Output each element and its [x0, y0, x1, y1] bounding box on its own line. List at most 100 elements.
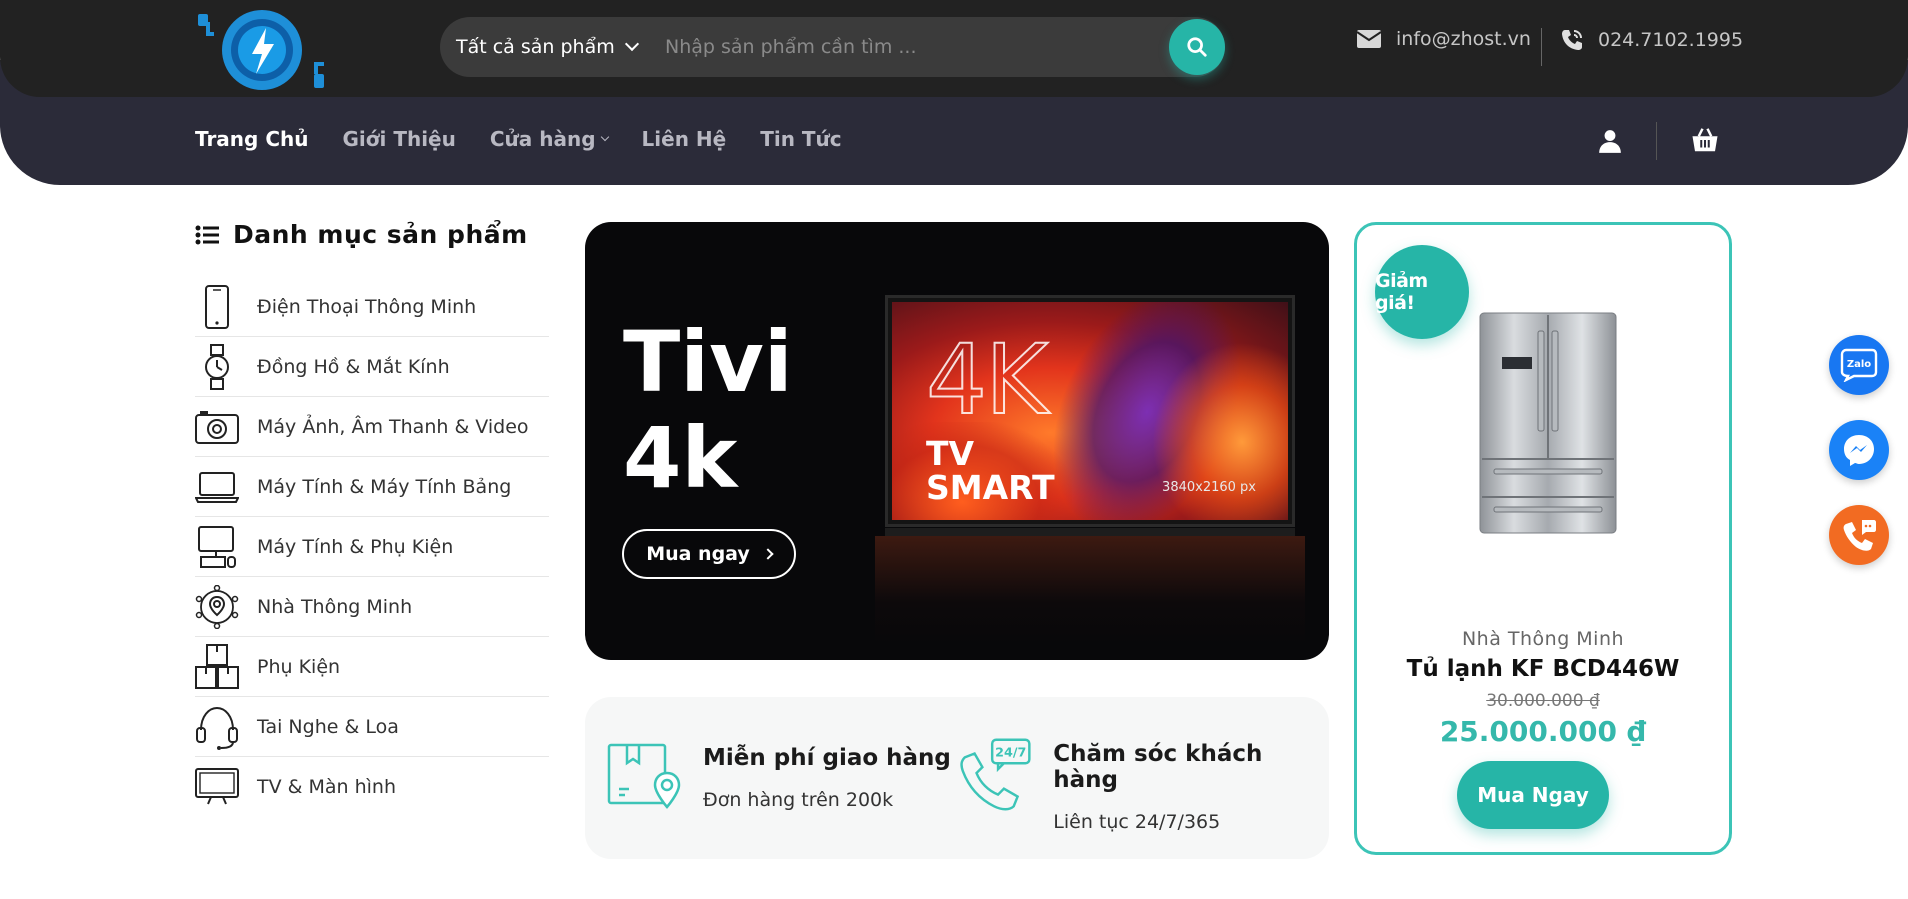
free-shipping-info: Miễn phí giao hàng Đơn hàng trên 200k [607, 739, 951, 811]
tv-smart-label: TV SMART [926, 437, 1055, 505]
phone-call-icon [1843, 520, 1876, 551]
nav-item-shop[interactable]: Cửa hàng [489, 127, 609, 151]
category-label: Máy Tính & Phụ Kiện [257, 535, 454, 558]
tv-stand [885, 528, 1295, 536]
product-new-price: 25.000.000 ₫ [1439, 715, 1647, 748]
category-label: Máy Tính & Máy Tính Bảng [257, 475, 512, 498]
shipping-title: Miễn phí giao hàng [703, 745, 951, 771]
category-heading: Danh mục sản phẩm [195, 220, 528, 249]
category-item-laptop[interactable]: Máy Tính & Máy Tính Bảng [195, 457, 549, 517]
tv-screen: 4K TV SMART 3840x2160 px [892, 302, 1288, 520]
shipping-subtitle: Đơn hàng trên 200k [703, 789, 894, 811]
chevron-right-icon [762, 548, 774, 560]
nav-label: Trang Chủ [195, 127, 309, 151]
category-label: TV & Màn hình [257, 776, 397, 798]
sale-badge: Giảm giá! [1375, 245, 1469, 339]
tv-reflection [875, 536, 1305, 646]
category-item-desktop[interactable]: Máy Tính & Phụ Kiện [195, 517, 549, 577]
watch-icon [195, 343, 239, 390]
customer-care-info: 24/7 Chăm sóc khách hàng Liên tục 24/7/3… [955, 735, 1329, 833]
camera-icon [195, 404, 239, 450]
service-info-box: Miễn phí giao hàng Đơn hàng trên 200k 24… [585, 697, 1329, 859]
tv-icon [195, 764, 239, 810]
banner-title-line: Tivi [623, 313, 793, 411]
banner-title-line: 4k [623, 409, 738, 507]
tv-image: 4K TV SMART 3840x2160 px [885, 295, 1295, 527]
hero-banner[interactable]: Tivi 4k Mua ngay 4K TV SMART 3840x2160 p… [585, 222, 1329, 660]
featured-product-card[interactable]: Giảm giá! Nhà Thông Minh Tủ lạnh KF BCD4… [1354, 222, 1732, 855]
category-list: Điện Thoại Thông Minh Đồng Hồ & Mắt Kính… [195, 277, 549, 817]
category-item-accessories[interactable]: Phụ Kiện [195, 637, 549, 697]
nav-label: Tin Tức [760, 127, 842, 151]
contact-divider [1541, 28, 1542, 66]
site-logo[interactable] [196, 4, 328, 96]
tv-smart-line: SMART [926, 468, 1055, 507]
category-label: Tai Nghe & Loa [257, 715, 399, 738]
shopping-basket-icon[interactable] [1690, 125, 1720, 159]
call-button[interactable] [1829, 505, 1889, 565]
product-old-price: 30.000.000 ₫ [1486, 691, 1600, 711]
banner-title: Tivi 4k [623, 314, 793, 506]
nav-item-about[interactable]: Giới Thiệu [342, 127, 455, 151]
header-phone[interactable]: 024.7102.1995 [1560, 28, 1743, 52]
tv-4k-label: 4K [925, 323, 1049, 437]
search-input[interactable] [655, 17, 1169, 77]
buy-now-button[interactable]: Mua Ngay [1457, 761, 1609, 829]
category-item-headset[interactable]: Tai Nghe & Loa [195, 697, 549, 757]
support-phone-icon: 24/7 [960, 738, 1031, 811]
chevron-down-icon [624, 36, 639, 52]
category-item-smartphone[interactable]: Điện Thoại Thông Minh [195, 277, 549, 337]
category-label: Điện Thoại Thông Minh [257, 295, 477, 318]
nav-label: Giới Thiệu [342, 127, 456, 151]
nav-item-news[interactable]: Tin Tức [760, 127, 841, 151]
zalo-icon: Zalo [1840, 348, 1878, 382]
messenger-icon [1844, 435, 1874, 466]
category-item-watch[interactable]: Đồng Hồ & Mắt Kính [195, 337, 549, 397]
boxes-icon [195, 643, 239, 690]
category-label: Đồng Hồ & Mắt Kính [257, 355, 450, 378]
main-nav: Trang Chủ Giới Thiệu Cửa hàng Liên Hệ Ti… [195, 127, 876, 151]
product-name[interactable]: Tủ lạnh KF BCD446W [1357, 656, 1729, 682]
category-item-tv[interactable]: TV & Màn hình [195, 757, 549, 817]
envelope-icon [1356, 30, 1382, 48]
support-badge: 24/7 [995, 744, 1026, 759]
category-item-camera[interactable]: Máy Ảnh, Âm Thanh & Video [195, 397, 549, 457]
product-category[interactable]: Nhà Thông Minh [1357, 628, 1729, 650]
headset-icon [195, 704, 239, 750]
search-bar: Tất cả sản phẩm [440, 17, 1225, 77]
tv-smart-line: TV [926, 434, 975, 473]
banner-buy-button[interactable]: Mua ngay [622, 529, 796, 579]
zalo-chat-button[interactable]: Zalo [1829, 335, 1889, 395]
category-item-smart-home[interactable]: Nhà Thông Minh [195, 577, 549, 637]
laptop-icon [195, 464, 239, 510]
category-title: Danh mục sản phẩm [233, 220, 528, 249]
desktop-icon [195, 524, 239, 570]
nav-label: Cửa hàng [489, 127, 596, 151]
product-image[interactable] [1474, 311, 1622, 537]
tv-resolution: 3840x2160 px [1162, 480, 1256, 495]
category-label: Máy Ảnh, Âm Thanh & Video [257, 415, 529, 438]
chevron-down-icon [600, 132, 609, 142]
delivery-box-icon [607, 743, 681, 809]
smartphone-icon [195, 284, 239, 330]
nav-item-contact[interactable]: Liên Hệ [642, 127, 727, 151]
search-button[interactable] [1169, 19, 1225, 75]
category-label: Phụ Kiện [257, 655, 341, 678]
banner-button-label: Mua ngay [646, 543, 750, 565]
list-icon [195, 225, 219, 244]
nav-item-home[interactable]: Trang Chủ [195, 127, 308, 151]
smart-home-icon [195, 584, 239, 630]
user-account-icon[interactable] [1597, 128, 1623, 158]
search-category-label: Tất cả sản phẩm [456, 36, 615, 58]
nav-label: Liên Hệ [641, 127, 727, 151]
phone-text: 024.7102.1995 [1598, 29, 1744, 51]
nav-divider [1656, 122, 1657, 160]
header-email[interactable]: info@zhost.vn [1356, 28, 1531, 50]
messenger-chat-button[interactable] [1829, 420, 1889, 480]
phone-icon [1562, 30, 1582, 50]
search-category-select[interactable]: Tất cả sản phẩm [440, 17, 655, 77]
search-icon [1187, 37, 1207, 57]
support-subtitle: Liên tục 24/7/365 [1053, 811, 1221, 833]
email-text: info@zhost.vn [1396, 28, 1531, 50]
category-label: Nhà Thông Minh [257, 595, 413, 618]
